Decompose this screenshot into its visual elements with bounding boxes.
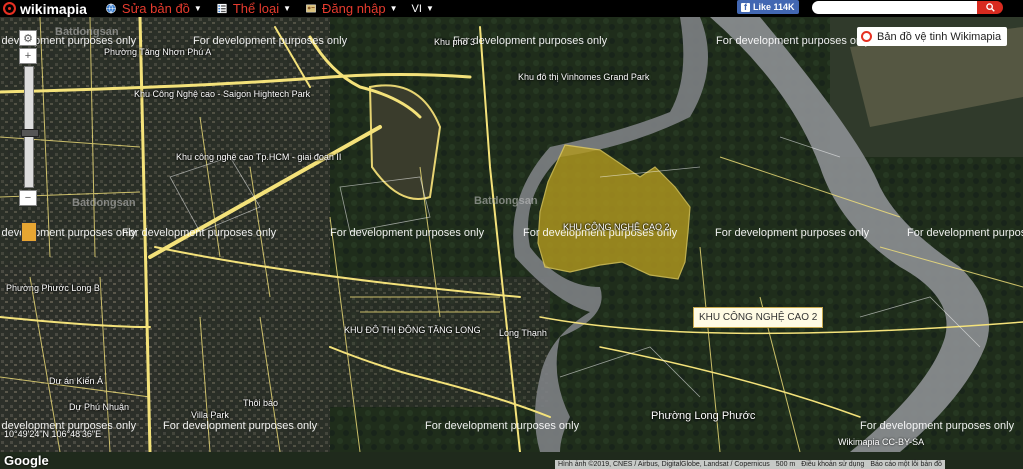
coordinates-readout: 10°49'24"N 106°48'36"E [4, 429, 102, 439]
site-watermark: Batdongsan [474, 195, 538, 207]
scale-bar: 500 m [775, 461, 796, 468]
copyright-text: Wikimapia CC-BY-SA [838, 437, 925, 447]
zoom-slider[interactable] [21, 66, 39, 188]
place-label[interactable]: Dự án Kiến Á [49, 376, 103, 386]
place-label[interactable]: Phường Long Phước [651, 410, 755, 422]
wikimapia-logo[interactable]: wikimapia [3, 1, 87, 17]
zoom-in-button[interactable]: + [19, 48, 37, 64]
facebook-icon: f [741, 2, 750, 12]
category-list-icon [217, 3, 227, 14]
place-label[interactable]: Khu phố 3 [434, 37, 475, 47]
report-error-link[interactable]: Báo cáo một lỗi bản đồ [870, 461, 942, 468]
dev-watermark: For development purposes only [425, 420, 580, 432]
search-button[interactable] [977, 1, 1003, 14]
place-label[interactable]: Villa Park [191, 410, 229, 420]
chevron-down-icon: ▼ [425, 4, 434, 13]
place-label[interactable]: KHU ĐÔ THỊ ĐÔNG TĂNG LONG [344, 325, 481, 335]
dev-watermark: For development purposes only [715, 227, 870, 239]
menu-edit-map[interactable]: Sửa bản đồ ▼ [105, 1, 202, 16]
globe-icon [106, 3, 116, 14]
satellite-map-button[interactable]: Bản đồ vệ tinh Wikimapia [857, 27, 1008, 46]
place-label[interactable]: Phường Tăng Nhơn Phú A [104, 47, 211, 57]
dev-watermark: For development purposes only [860, 420, 1015, 432]
gear-icon: ⚙ [23, 32, 33, 45]
place-label[interactable]: Thôi báo [243, 398, 278, 408]
menu-language[interactable]: VI ▼ [412, 3, 434, 15]
dev-watermark: For development purposes only [453, 35, 608, 47]
logo-text: wikimapia [20, 0, 87, 17]
dev-watermark: For development purposes only [193, 35, 348, 47]
like-count: 114K [773, 2, 795, 12]
wikimapia-logo-icon [3, 2, 16, 15]
facebook-like-button[interactable]: f Like 114K [737, 0, 799, 14]
site-watermark: Batdongsan [55, 26, 119, 38]
place-label[interactable]: Dự Phú Nhuận [69, 402, 129, 412]
google-logo: Google [4, 453, 49, 468]
place-label[interactable]: KHU CÔNG NGHỆ CAO 2 [563, 222, 670, 232]
plus-icon: + [24, 50, 32, 62]
search-icon [985, 3, 995, 12]
place-label[interactable]: Phường Phước Long B [6, 283, 100, 293]
dev-watermark: For development purposes only [163, 420, 318, 432]
terms-link[interactable]: Điều khoản sử dụng [801, 461, 864, 468]
dev-watermark: For development purposes only [716, 35, 871, 47]
place-label[interactable]: Khu đô thị Vinhomes Grand Park [518, 72, 649, 82]
top-bar: wikimapia Sửa bản đồ ▼ Thể loại ▼ Đăng n… [0, 0, 1023, 17]
dev-watermark: For development purposes only [330, 227, 485, 239]
place-label[interactable]: Khu Công Nghệ cao - Saigon Hightech Park [134, 89, 310, 99]
map-attribution: Hình ảnh ©2019, CNES / Airbus, DigitalGl… [555, 460, 945, 469]
place-label[interactable]: Long Thạnh [499, 328, 547, 338]
menu-login[interactable]: Đăng nhập ▼ [305, 1, 398, 16]
chevron-down-icon: ▼ [193, 4, 202, 13]
place-label[interactable]: Khu công nghệ cao Tp.HCM - giai đoạn II [176, 152, 341, 162]
satellite-map[interactable]: For development purposes only For develo… [0, 17, 1023, 469]
site-watermark: Batdongsan [72, 197, 136, 209]
dev-watermark: For development purposes only [907, 227, 1023, 239]
map-navigation-control: ⚙ + − [19, 30, 39, 208]
login-icon [306, 4, 316, 13]
search-input[interactable] [812, 1, 989, 14]
minus-icon: − [24, 192, 32, 204]
zoom-slider-handle[interactable] [21, 129, 39, 137]
pan-control-button[interactable]: ⚙ [19, 30, 37, 46]
chevron-down-icon: ▼ [283, 4, 291, 13]
menu-categories[interactable]: Thể loại ▼ [216, 1, 291, 16]
dev-watermark: For development purposes only [122, 227, 277, 239]
chevron-down-icon: ▼ [389, 4, 398, 13]
wikimapia-logo-icon [861, 31, 872, 42]
zoom-out-button[interactable]: − [19, 190, 37, 206]
place-info-label[interactable]: KHU CÔNG NGHỆ CAO 2 [693, 307, 824, 328]
street-view-pegman-icon[interactable] [21, 222, 37, 242]
